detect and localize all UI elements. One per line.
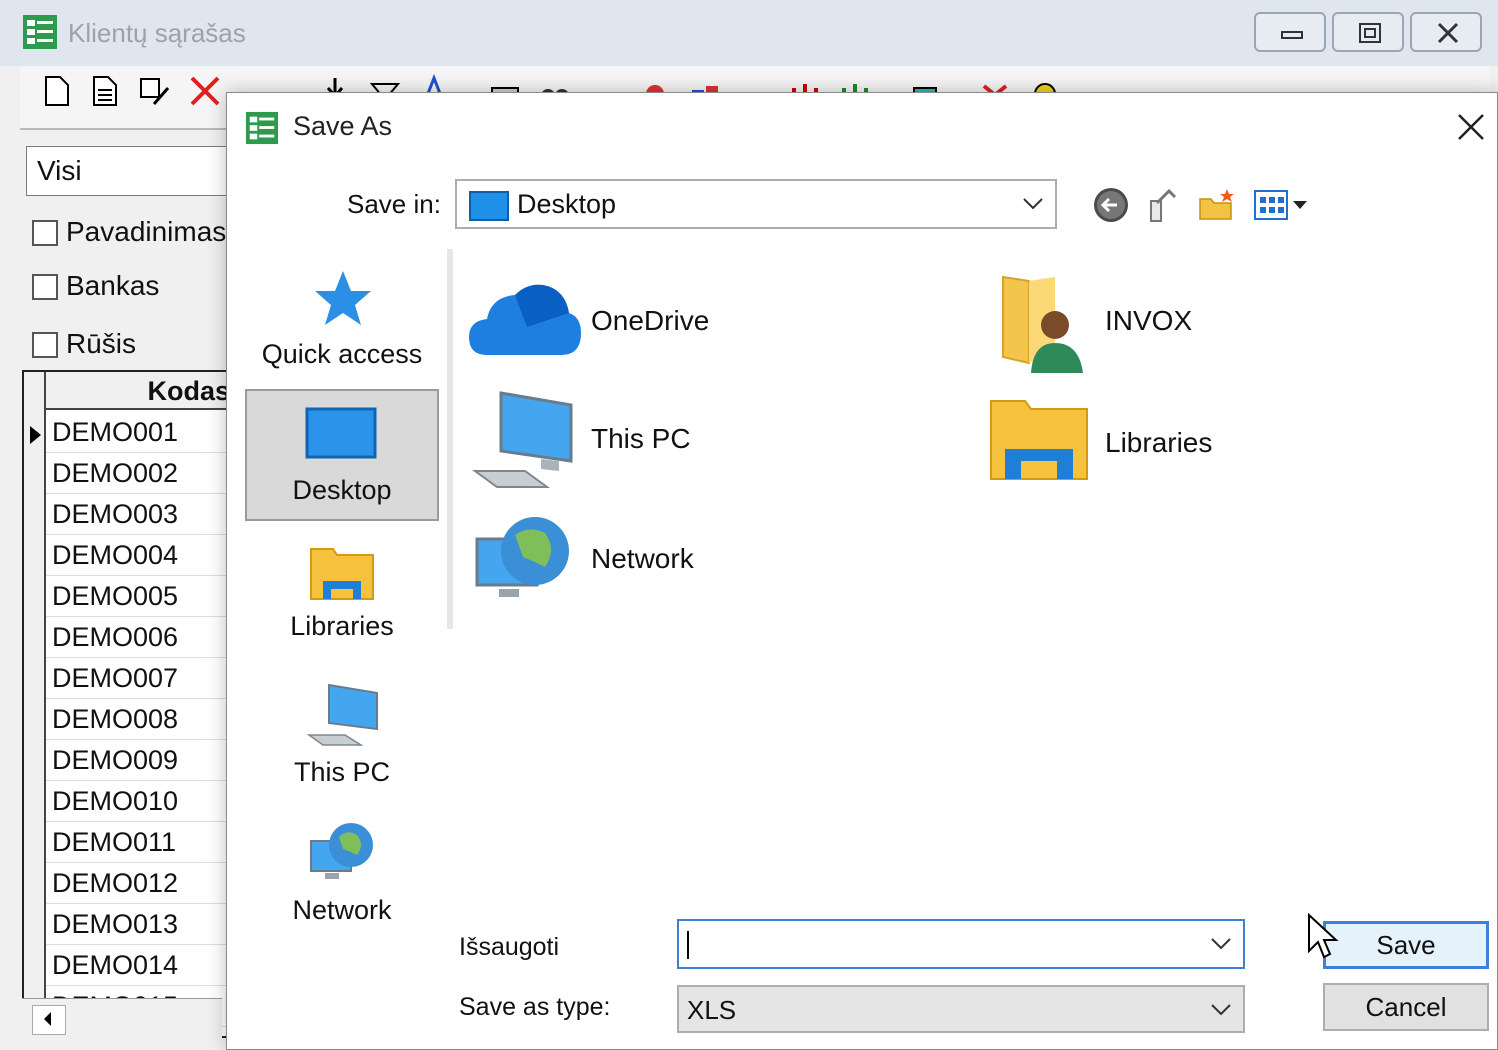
- save-as-dialog: Save As Save in: Desktop Quick access De…: [226, 92, 1498, 1050]
- save-in-value: Desktop: [517, 189, 617, 219]
- checkbox-label: Pavadinimas: [66, 216, 227, 247]
- place-desktop[interactable]: Desktop: [245, 389, 439, 521]
- item-label: OneDrive: [591, 305, 710, 336]
- table-row[interactable]: DEMO009: [46, 740, 230, 781]
- table-row[interactable]: DEMO012: [46, 863, 230, 904]
- horizontal-scrollbar[interactable]: [22, 998, 222, 1039]
- main-window-title: Klientų sąrašas: [68, 18, 246, 48]
- table-row[interactable]: DEMO005: [46, 576, 230, 617]
- table-row[interactable]: DEMO013: [46, 904, 230, 945]
- save-as-type-value: XLS: [687, 995, 737, 1025]
- desktop-icon: [469, 191, 509, 221]
- minimize-icon: [1281, 31, 1303, 39]
- current-row-pointer-icon: [30, 426, 41, 444]
- up-folder-icon[interactable]: [1143, 185, 1183, 225]
- place-label: Desktop: [292, 475, 392, 505]
- place-label: This PC: [293, 757, 391, 787]
- close-icon[interactable]: [1451, 107, 1491, 147]
- table-row[interactable]: DEMO002: [46, 453, 230, 494]
- table-row[interactable]: DEMO014: [46, 945, 230, 986]
- main-title-bar: Klientų sąrašas: [0, 0, 1498, 66]
- restore-icon: [1359, 23, 1381, 43]
- item-label: INVOX: [1105, 305, 1193, 336]
- table-row[interactable]: DEMO004: [46, 535, 230, 576]
- table-row[interactable]: DEMO008: [46, 699, 230, 740]
- place-this-pc[interactable]: This PC: [245, 677, 439, 795]
- item-label: This PC: [591, 423, 691, 454]
- row-indicator-column: [24, 372, 46, 1036]
- checkbox-box[interactable]: [32, 274, 58, 300]
- view-menu-icon[interactable]: [1253, 185, 1311, 225]
- desktop-icon: [305, 407, 377, 459]
- item-network[interactable]: Network: [471, 511, 891, 611]
- column-header-kodas[interactable]: Kodas: [46, 372, 230, 410]
- filename-label: Išsaugoti: [459, 933, 560, 961]
- minimize-button[interactable]: [1254, 12, 1326, 52]
- item-invox[interactable]: INVOX: [997, 273, 1417, 373]
- new-folder-icon[interactable]: [1197, 185, 1237, 225]
- place-label: Libraries: [290, 611, 394, 641]
- table-row[interactable]: DEMO011: [46, 822, 230, 863]
- save-as-type-dropdown[interactable]: XLS: [677, 985, 1245, 1033]
- place-label: Network: [292, 895, 392, 925]
- table-row[interactable]: DEMO010: [46, 781, 230, 822]
- save-as-type-label: Save as type:: [459, 993, 611, 1021]
- save-in-label: Save in:: [347, 189, 441, 219]
- scroll-left-button[interactable]: [32, 1005, 66, 1035]
- place-label: Quick access: [261, 339, 423, 369]
- cancel-button[interactable]: Cancel: [1323, 983, 1489, 1031]
- chevron-down-icon[interactable]: [1209, 935, 1233, 953]
- table-row[interactable]: DEMO003: [46, 494, 230, 535]
- libraries-icon: [310, 548, 374, 600]
- network-icon: [475, 517, 569, 597]
- filename-input[interactable]: [677, 919, 1245, 969]
- delete-icon[interactable]: [188, 74, 222, 108]
- table-row[interactable]: DEMO007: [46, 658, 230, 699]
- onedrive-icon: [469, 284, 581, 355]
- star-icon: [315, 271, 371, 325]
- computer-icon: [306, 683, 378, 746]
- item-label: Libraries: [1105, 427, 1213, 458]
- dialog-title: Save As: [293, 111, 393, 141]
- network-icon: [310, 823, 373, 879]
- item-label: Network: [591, 543, 694, 574]
- place-quick-access[interactable]: Quick access: [245, 263, 439, 381]
- checkbox-label: Rūšis: [66, 328, 137, 359]
- item-onedrive[interactable]: OneDrive: [467, 273, 887, 373]
- checkbox-box[interactable]: [32, 220, 58, 246]
- place-network[interactable]: Network: [245, 815, 439, 933]
- chevron-down-icon: [1023, 198, 1043, 210]
- item-this-pc[interactable]: This PC: [471, 391, 891, 491]
- save-button[interactable]: Save: [1323, 921, 1489, 969]
- edit-grid-icon[interactable]: [138, 74, 172, 108]
- save-in-dropdown[interactable]: Desktop: [455, 179, 1057, 229]
- back-icon[interactable]: [1091, 185, 1131, 225]
- item-libraries[interactable]: Libraries: [987, 395, 1407, 495]
- clients-grid: Kodas DEMO001 DEMO002 DEMO003 DEMO004 DE…: [22, 370, 232, 1038]
- filter-select[interactable]: Visi: [26, 146, 236, 196]
- text-caret: [687, 931, 689, 959]
- document-icon[interactable]: [88, 74, 122, 108]
- mouse-cursor-icon: [1308, 913, 1339, 959]
- app-icon: [23, 15, 57, 49]
- checkbox-box[interactable]: [32, 332, 58, 358]
- places-divider: [447, 249, 453, 629]
- places-bar: Quick access Desktop Libraries This PC N…: [239, 249, 453, 1039]
- libraries-icon: [990, 400, 1088, 480]
- computer-icon: [471, 391, 573, 488]
- chevron-left-icon: [44, 1012, 51, 1026]
- chevron-down-icon: [1211, 1004, 1231, 1016]
- user-folder-icon: [1002, 275, 1083, 373]
- table-row[interactable]: DEMO006: [46, 617, 230, 658]
- close-icon: [1437, 22, 1459, 44]
- table-row[interactable]: DEMO001: [46, 412, 230, 453]
- new-document-icon[interactable]: [40, 74, 74, 108]
- close-button[interactable]: [1410, 12, 1482, 52]
- maximize-button[interactable]: [1332, 12, 1404, 52]
- checkbox-label: Bankas: [66, 270, 160, 301]
- app-icon: [245, 111, 279, 145]
- place-libraries[interactable]: Libraries: [245, 539, 439, 657]
